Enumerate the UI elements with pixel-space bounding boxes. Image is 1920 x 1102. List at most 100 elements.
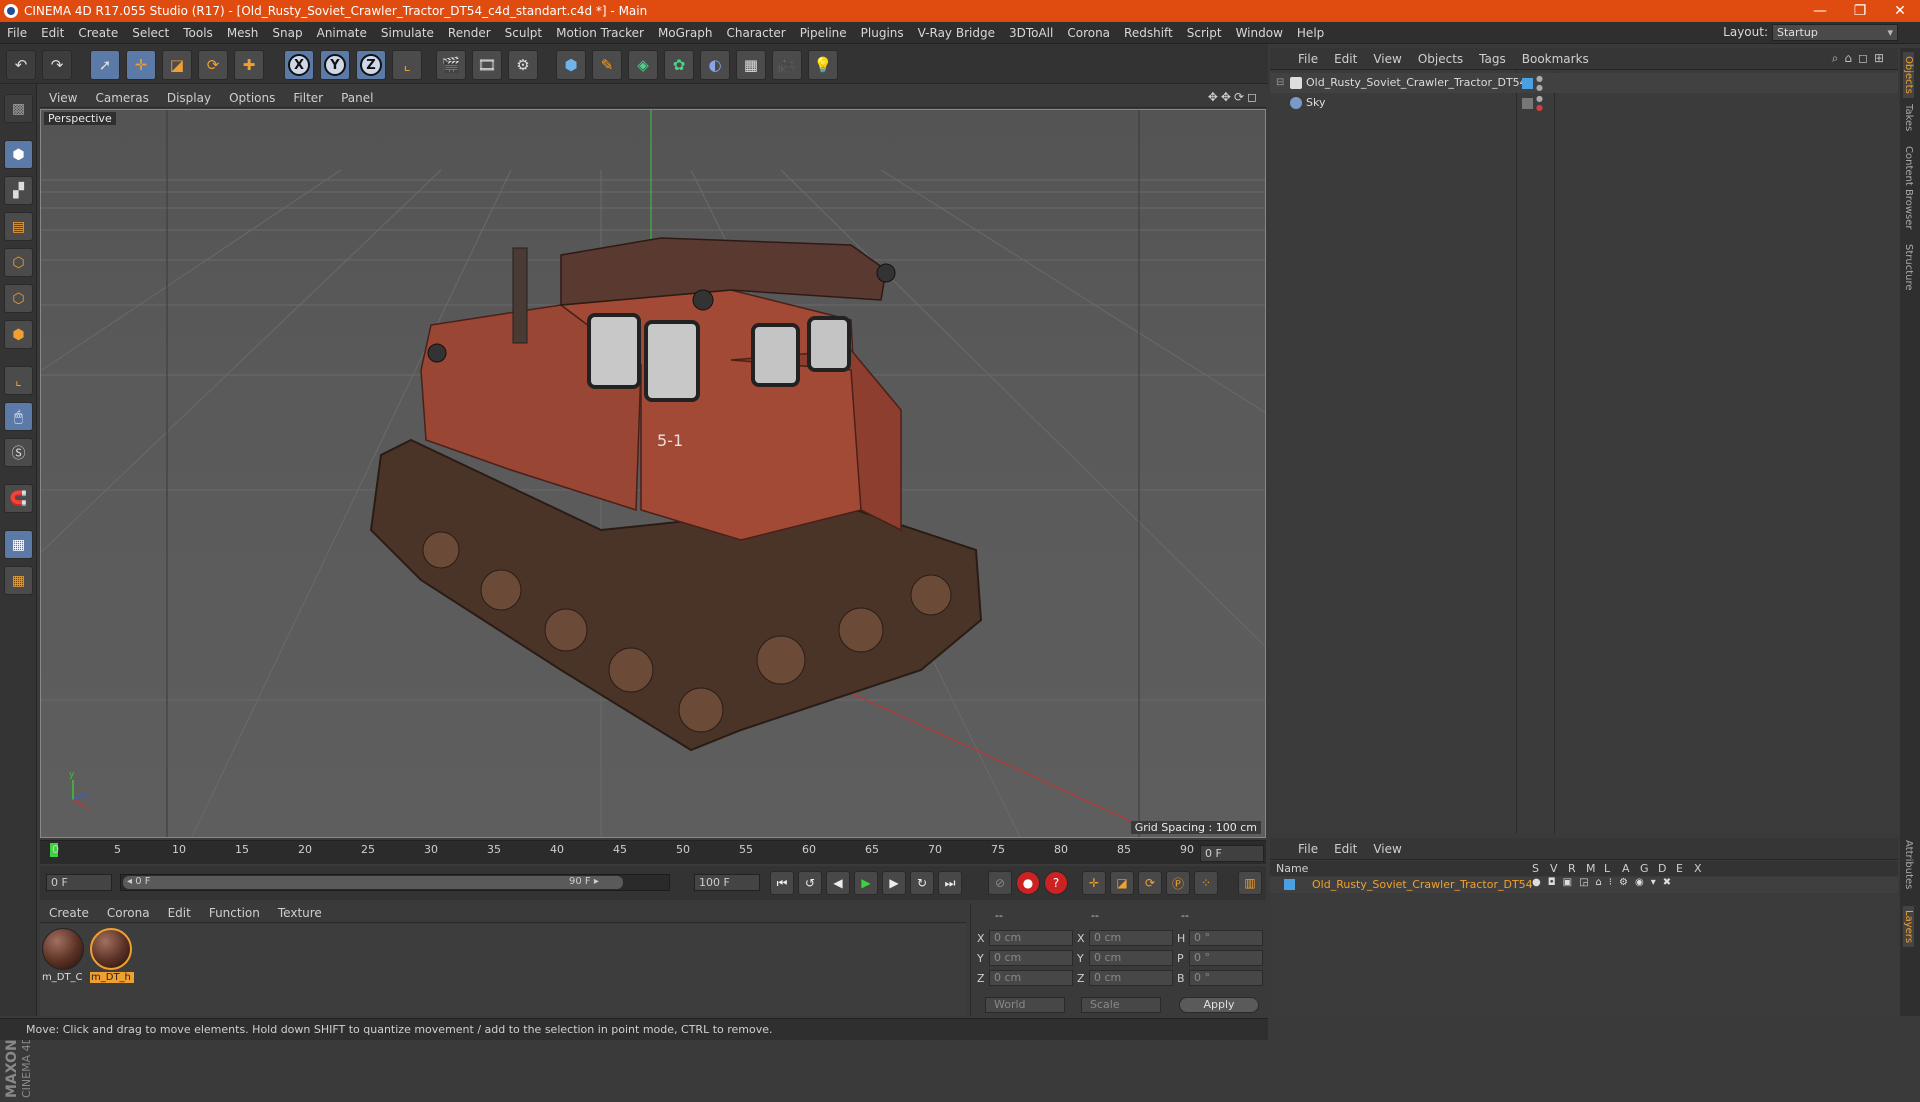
menu-file[interactable]: File <box>0 26 34 40</box>
render-picture-button[interactable]: 🎞 <box>472 50 502 80</box>
tweak-mode-button[interactable]: 🖱 <box>4 402 33 431</box>
position-x-field[interactable]: 0 cm <box>989 930 1073 946</box>
tab-attributes[interactable]: Attributes <box>1903 840 1914 889</box>
key-rotation-button[interactable]: ⟳ <box>1138 871 1162 895</box>
menu-sculpt[interactable]: Sculpt <box>498 26 549 40</box>
layers-menu-file[interactable]: File <box>1290 842 1326 856</box>
menu-redshift[interactable]: Redshift <box>1117 26 1180 40</box>
menu-vray-bridge[interactable]: V-Ray Bridge <box>911 26 1002 40</box>
menu-select[interactable]: Select <box>125 26 176 40</box>
objects-menu-tags[interactable]: Tags <box>1471 52 1514 66</box>
tab-layers[interactable]: Layers <box>1903 906 1914 948</box>
start-frame-field[interactable]: 0 F <box>46 874 112 891</box>
menu-snap[interactable]: Snap <box>265 26 309 40</box>
y-axis-button[interactable]: Y <box>320 50 350 80</box>
z-axis-button[interactable]: Z <box>356 50 386 80</box>
menu-character[interactable]: Character <box>719 26 792 40</box>
apply-button[interactable]: Apply <box>1179 997 1259 1013</box>
magnet-button[interactable]: 🧲 <box>4 484 33 513</box>
size-y-field[interactable]: 0 cm <box>1089 950 1173 966</box>
edges-mode-button[interactable]: ⬡ <box>4 284 33 313</box>
objects-menu-objects[interactable]: Objects <box>1410 52 1471 66</box>
key-position-button[interactable]: ✛ <box>1082 871 1106 895</box>
tractor-model[interactable]: 5-1 <box>369 237 983 752</box>
scale-dropdown[interactable]: Scale <box>1081 997 1161 1013</box>
menu-window[interactable]: Window <box>1229 26 1290 40</box>
polygons-mode-button[interactable]: ⬢ <box>4 320 33 349</box>
visibility-dots-icon[interactable]: ● ● <box>1536 74 1543 92</box>
rotation-p-field[interactable]: 0 ° <box>1189 950 1263 966</box>
material-menu-corona[interactable]: Corona <box>98 906 159 920</box>
menu-pipeline[interactable]: Pipeline <box>793 26 854 40</box>
viewport-menu-display[interactable]: Display <box>158 91 220 105</box>
expand-icon[interactable]: ⊟ <box>1276 73 1284 93</box>
current-frame-field[interactable]: 0 F <box>1200 845 1264 862</box>
play-button[interactable]: ▶ <box>854 871 878 895</box>
viewport-menu-view[interactable]: View <box>40 91 86 105</box>
restore-button[interactable]: ❐ <box>1840 0 1880 22</box>
menu-mesh[interactable]: Mesh <box>220 26 266 40</box>
menu-tools[interactable]: Tools <box>176 26 220 40</box>
tab-takes[interactable]: Takes <box>1903 104 1914 131</box>
menu-edit[interactable]: Edit <box>34 26 71 40</box>
material-menu-create[interactable]: Create <box>40 906 98 920</box>
scale-tool-button[interactable]: ◪ <box>162 50 192 80</box>
viewport-menu-filter[interactable]: Filter <box>284 91 332 105</box>
minimize-button[interactable]: — <box>1800 0 1840 22</box>
points-mode-button[interactable]: ⬡ <box>4 248 33 277</box>
menu-plugins[interactable]: Plugins <box>854 26 911 40</box>
floor-button[interactable]: ▦ <box>736 50 766 80</box>
menu-create[interactable]: Create <box>71 26 125 40</box>
layer-color-tag[interactable] <box>1522 78 1533 89</box>
workplane-mode-button[interactable]: ▤ <box>4 212 33 241</box>
prev-frame-button[interactable]: ◀ <box>826 871 850 895</box>
viewport-camera-label[interactable]: Perspective <box>44 112 116 125</box>
menu-animate[interactable]: Animate <box>310 26 374 40</box>
size-z-field[interactable]: 0 cm <box>1089 970 1173 986</box>
objects-menu-view[interactable]: View <box>1365 52 1409 66</box>
range-slider-handle[interactable] <box>123 876 623 889</box>
position-y-field[interactable]: 0 cm <box>989 950 1073 966</box>
material-menu-texture[interactable]: Texture <box>269 906 331 920</box>
layers-menu-view[interactable]: View <box>1365 842 1409 856</box>
rotate-tool-button[interactable]: ⟳ <box>198 50 228 80</box>
axis-mode-button[interactable]: ⌞ <box>4 366 33 395</box>
layer-row[interactable]: Old_Rusty_Soviet_Crawler_Tractor_DT54 ●◘… <box>1270 877 1898 893</box>
layer-color-swatch[interactable] <box>1284 879 1295 890</box>
snap-button[interactable]: Ⓢ <box>4 438 33 467</box>
position-z-field[interactable]: 0 cm <box>989 970 1073 986</box>
key-scale-button[interactable]: ◪ <box>1110 871 1134 895</box>
object-manager-tools-icon[interactable]: ⌕⌂◻⊞ <box>1832 51 1890 66</box>
prev-key-button[interactable]: ↺ <box>798 871 822 895</box>
objects-menu-edit[interactable]: Edit <box>1326 52 1365 66</box>
layer-name[interactable]: Old_Rusty_Soviet_Crawler_Tractor_DT54 <box>1312 878 1533 891</box>
render-view-button[interactable]: 🎬 <box>436 50 466 80</box>
texture-mode-button[interactable]: ▞ <box>4 176 33 205</box>
menu-render[interactable]: Render <box>441 26 498 40</box>
subdivision-button[interactable]: ◈ <box>628 50 658 80</box>
next-key-button[interactable]: ↻ <box>910 871 934 895</box>
add-cube-button[interactable]: ⬢ <box>556 50 586 80</box>
planar-workplane-button[interactable]: ▦ <box>4 566 33 595</box>
key-pla-button[interactable]: ⁘ <box>1194 871 1218 895</box>
viewport-menu-panel[interactable]: Panel <box>332 91 382 105</box>
viewport-menu-options[interactable]: Options <box>220 91 284 105</box>
menu-motion-tracker[interactable]: Motion Tracker <box>549 26 651 40</box>
live-select-button[interactable]: ✚ <box>234 50 264 80</box>
viewport-nav-icons[interactable]: ✥✥⟳◻ <box>1208 90 1260 104</box>
autokey-button[interactable]: ? <box>1044 871 1068 895</box>
material-item[interactable]: m_DT_C <box>42 928 86 983</box>
record-keys-button[interactable]: ⊘ <box>988 871 1012 895</box>
rotation-h-field[interactable]: 0 ° <box>1189 930 1263 946</box>
layer-flag-icons[interactable]: ●◘▣◲⌂⁝⚙◉▾✖ <box>1532 877 1678 888</box>
rotation-b-field[interactable]: 0 ° <box>1189 970 1263 986</box>
model-mode-button[interactable]: ⬢ <box>4 140 33 169</box>
visibility-dots-icon[interactable]: ● ● <box>1536 94 1543 112</box>
locked-workplane-button[interactable]: ▦ <box>4 530 33 559</box>
timeline-ruler[interactable]: 0 5 10 15 20 25 30 35 40 45 50 55 60 65 … <box>40 840 1266 864</box>
select-tool-button[interactable]: ➚ <box>90 50 120 80</box>
camera-button[interactable]: 🎥 <box>772 50 802 80</box>
deformer-button[interactable]: ◐ <box>700 50 730 80</box>
tab-objects[interactable]: Objects <box>1903 52 1914 98</box>
viewport-menu-cameras[interactable]: Cameras <box>86 91 157 105</box>
